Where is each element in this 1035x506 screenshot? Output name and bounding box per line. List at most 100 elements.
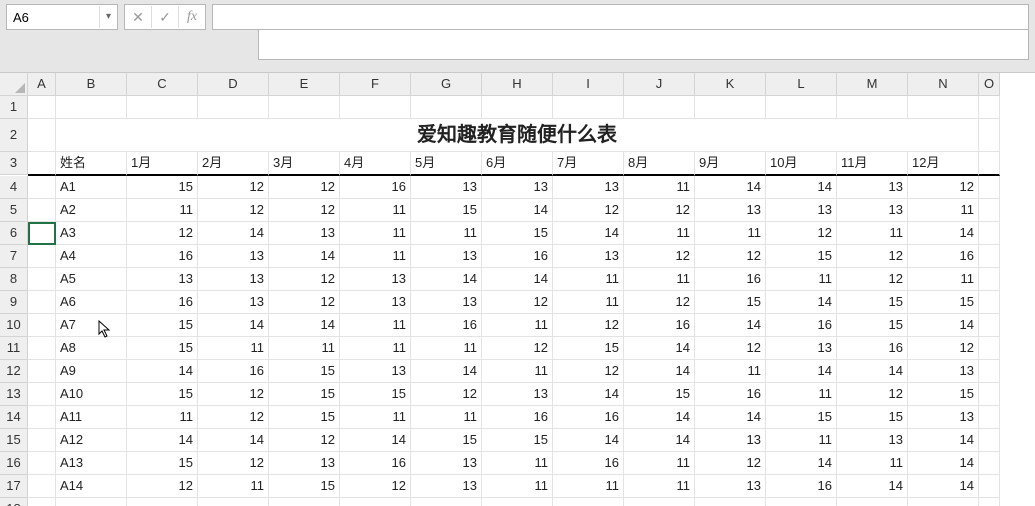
data-cell[interactable]: 11 [553,268,624,291]
cell[interactable] [28,314,56,337]
data-cell[interactable]: 13 [269,452,340,475]
data-cell[interactable]: 12 [908,176,979,199]
data-cell[interactable]: 14 [198,429,269,452]
cell[interactable] [127,498,198,506]
data-cell[interactable]: 12 [482,291,553,314]
spreadsheet-grid[interactable]: ABCDEFGHIJKLMNO12爱知趣教育随便什么表3姓名1月2月3月4月5月… [0,73,1035,506]
data-cell[interactable]: 14 [908,314,979,337]
row-name-cell[interactable]: A7 [56,314,127,337]
data-cell[interactable]: 11 [766,383,837,406]
cell[interactable] [28,152,56,176]
data-cell[interactable]: 15 [269,360,340,383]
column-header[interactable]: G [411,73,482,96]
data-cell[interactable]: 16 [695,383,766,406]
data-cell[interactable]: 14 [766,360,837,383]
cell[interactable] [979,360,1000,383]
cell[interactable] [979,268,1000,291]
data-cell[interactable]: 12 [695,452,766,475]
cell[interactable] [695,96,766,119]
row-header[interactable]: 14 [0,406,28,429]
cell[interactable] [908,498,979,506]
cell[interactable] [979,452,1000,475]
data-cell[interactable]: 14 [269,314,340,337]
data-cell[interactable]: 13 [269,222,340,245]
data-cell[interactable]: 12 [553,360,624,383]
data-cell[interactable]: 11 [553,475,624,498]
cell[interactable] [979,176,1000,199]
cell[interactable] [979,199,1000,222]
data-cell[interactable]: 12 [837,245,908,268]
cell[interactable] [28,291,56,314]
row-name-cell[interactable]: A12 [56,429,127,452]
data-cell[interactable]: 12 [624,199,695,222]
data-cell[interactable]: 12 [127,475,198,498]
row-name-cell[interactable]: A4 [56,245,127,268]
data-cell[interactable]: 11 [766,429,837,452]
data-cell[interactable]: 11 [553,291,624,314]
table-column-header[interactable]: 10月 [766,152,837,176]
row-name-cell[interactable]: A10 [56,383,127,406]
data-cell[interactable]: 14 [766,176,837,199]
data-cell[interactable]: 14 [269,245,340,268]
row-name-cell[interactable]: A14 [56,475,127,498]
cell[interactable] [979,498,1000,506]
data-cell[interactable]: 11 [411,337,482,360]
table-column-header[interactable]: 12月 [908,152,979,176]
data-cell[interactable]: 14 [624,360,695,383]
row-header[interactable]: 13 [0,383,28,406]
data-cell[interactable]: 14 [766,291,837,314]
row-name-cell[interactable]: A8 [56,337,127,360]
data-cell[interactable]: 11 [411,222,482,245]
cell[interactable] [28,268,56,291]
row-header[interactable]: 1 [0,96,28,119]
row-header[interactable]: 5 [0,199,28,222]
data-cell[interactable]: 15 [269,406,340,429]
column-header[interactable]: C [127,73,198,96]
data-cell[interactable]: 11 [198,337,269,360]
row-header[interactable]: 3 [0,152,28,175]
table-column-header[interactable]: 11月 [837,152,908,176]
data-cell[interactable]: 11 [127,406,198,429]
column-header[interactable]: B [56,73,127,96]
table-column-header[interactable]: 9月 [695,152,766,176]
column-header[interactable]: N [908,73,979,96]
cell[interactable] [837,498,908,506]
table-column-header[interactable]: 5月 [411,152,482,176]
data-cell[interactable]: 15 [411,199,482,222]
column-header[interactable]: F [340,73,411,96]
data-cell[interactable]: 11 [837,222,908,245]
table-title[interactable]: 爱知趣教育随便什么表 [56,119,979,152]
cell[interactable] [979,475,1000,498]
cell[interactable] [28,360,56,383]
column-header[interactable]: H [482,73,553,96]
data-cell[interactable]: 14 [411,268,482,291]
data-cell[interactable]: 16 [340,452,411,475]
cell[interactable] [979,119,1000,152]
cell[interactable] [127,96,198,119]
data-cell[interactable]: 16 [127,245,198,268]
row-header[interactable]: 15 [0,429,28,452]
formula-bar-expanded[interactable] [258,29,1029,60]
data-cell[interactable]: 12 [482,337,553,360]
data-cell[interactable]: 16 [482,406,553,429]
data-cell[interactable]: 11 [482,360,553,383]
data-cell[interactable]: 11 [766,268,837,291]
data-cell[interactable]: 14 [198,314,269,337]
data-cell[interactable]: 16 [340,176,411,199]
cell[interactable] [979,291,1000,314]
row-header[interactable]: 9 [0,291,28,314]
data-cell[interactable]: 13 [127,268,198,291]
table-column-header[interactable]: 姓名 [56,152,127,176]
row-header[interactable]: 6 [0,222,28,245]
data-cell[interactable]: 12 [127,222,198,245]
data-cell[interactable]: 11 [695,222,766,245]
cell[interactable] [979,383,1000,406]
row-header[interactable]: 8 [0,268,28,291]
insert-function-icon[interactable]: fx [178,6,205,28]
cell[interactable] [28,96,56,119]
cell[interactable] [553,96,624,119]
table-column-header[interactable]: 7月 [553,152,624,176]
cell[interactable] [553,498,624,506]
data-cell[interactable]: 15 [127,176,198,199]
data-cell[interactable]: 12 [908,337,979,360]
